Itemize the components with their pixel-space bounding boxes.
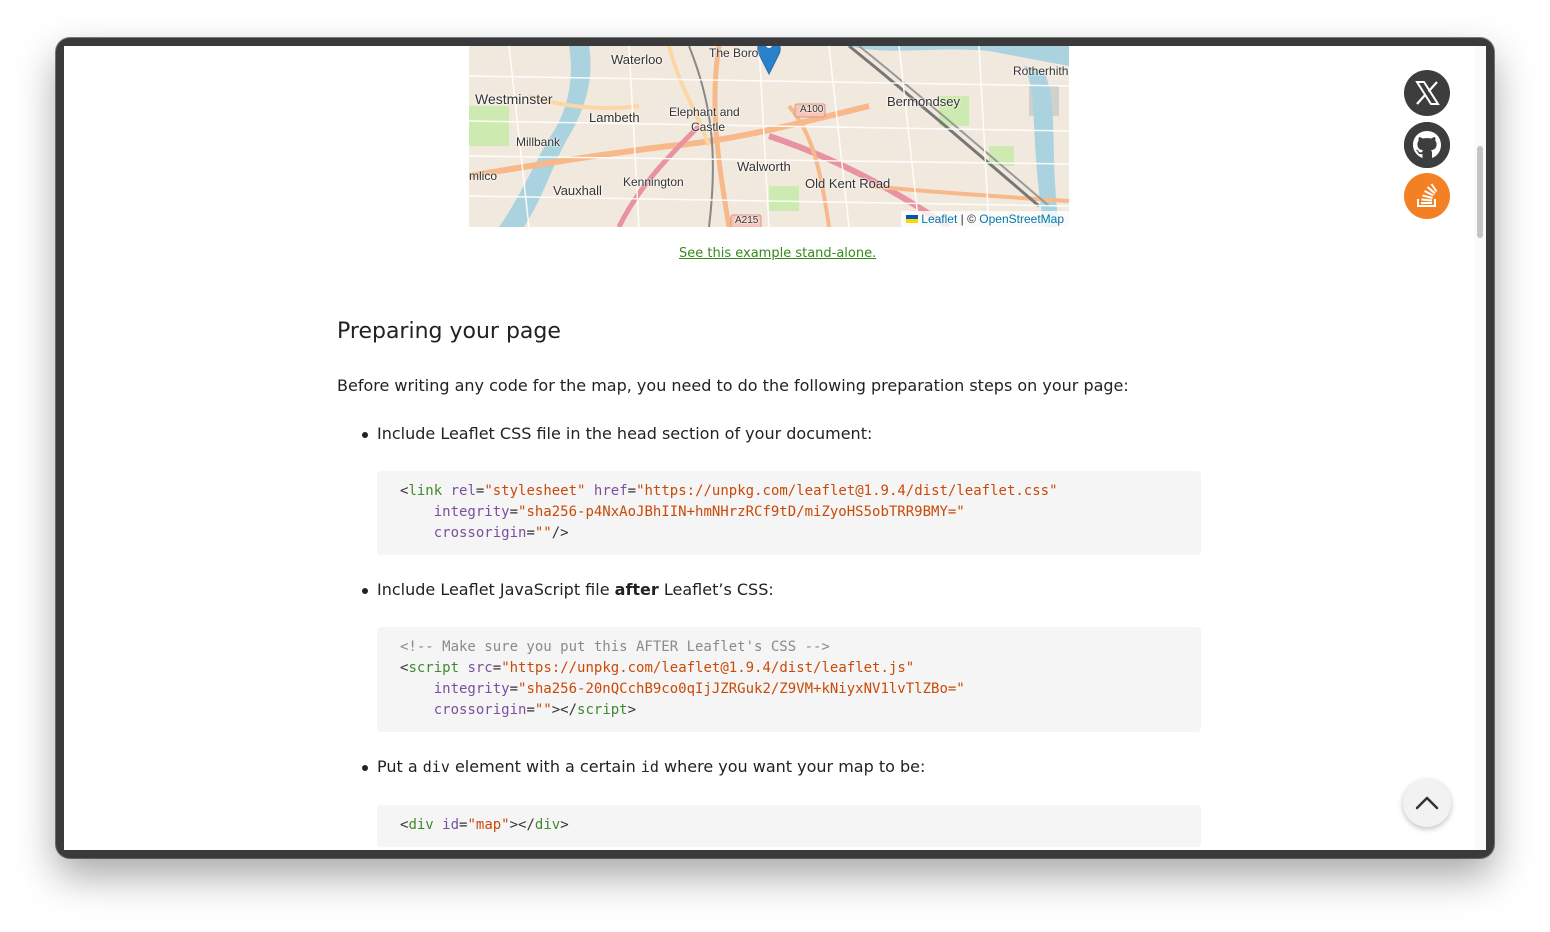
map-label-kennington: Kennington — [623, 175, 684, 189]
leaflet-attribution-link[interactable]: Leaflet — [906, 212, 957, 226]
code-block-div: <div id="map"></div> — [377, 805, 1201, 847]
list-item-js: Include Leaflet JavaScript file after Le… — [377, 580, 774, 599]
map-label-a215: A215 — [735, 215, 759, 226]
code-block-js: <!-- Make sure you put this AFTER Leafle… — [377, 627, 1201, 732]
x-logo-icon — [1415, 81, 1440, 105]
map-label-millbank: Millbank — [516, 135, 561, 149]
page-viewport: The Boro Waterloo Rotherhithe Westminste… — [64, 46, 1486, 850]
map-attribution: Leaflet | © OpenStreetMap — [901, 211, 1069, 227]
map-label-a100: A100 — [800, 104, 824, 115]
map-label-lambeth: Lambeth — [589, 110, 640, 125]
list-bullet — [362, 432, 368, 438]
list-bullet — [362, 765, 368, 771]
vertical-scrollbar[interactable] — [1474, 46, 1486, 850]
stackoverflow-button[interactable] — [1404, 173, 1450, 219]
github-button[interactable] — [1404, 122, 1450, 168]
map-label-walworth: Walworth — [737, 159, 791, 174]
map-label-oldkent: Old Kent Road — [805, 176, 891, 191]
github-icon — [1404, 122, 1450, 168]
back-to-top-button[interactable] — [1403, 779, 1451, 827]
map-label-westminster: Westminster — [475, 91, 553, 107]
intro-paragraph: Before writing any code for the map, you… — [337, 376, 1129, 395]
map-label-pimlico: mlico — [469, 169, 498, 183]
map-label-elephant: Elephant and — [669, 105, 740, 119]
code-block-css: <link rel="stylesheet" href="https://unp… — [377, 471, 1201, 555]
section-heading: Preparing your page — [337, 319, 561, 344]
list-item-css: Include Leaflet CSS file in the head sec… — [377, 424, 873, 443]
x-twitter-button[interactable] — [1404, 70, 1450, 116]
attribution-separator: | © — [960, 212, 976, 226]
map-label-vauxhall: Vauxhall — [553, 183, 602, 198]
osm-attribution-link[interactable]: OpenStreetMap — [979, 212, 1064, 226]
stackoverflow-icon — [1417, 183, 1438, 207]
leaflet-map[interactable]: The Boro Waterloo Rotherhithe Westminste… — [469, 46, 1069, 227]
map-label-bermondsey: Bermondsey — [887, 94, 960, 109]
list-item-div: Put a div element with a certain id wher… — [377, 757, 926, 776]
map-label-waterloo: Waterloo — [611, 52, 663, 67]
ukraine-flag-icon — [906, 215, 919, 223]
list-bullet — [362, 588, 368, 594]
scrollbar-thumb[interactable] — [1477, 146, 1483, 238]
map-label-castle: Castle — [691, 120, 726, 134]
standalone-example-link[interactable]: See this example stand-alone. — [679, 246, 876, 261]
chevron-up-icon — [1415, 796, 1439, 810]
map-label-rotherhithe: Rotherhithe — [1013, 64, 1069, 78]
map-label-borough: The Boro — [709, 46, 759, 60]
